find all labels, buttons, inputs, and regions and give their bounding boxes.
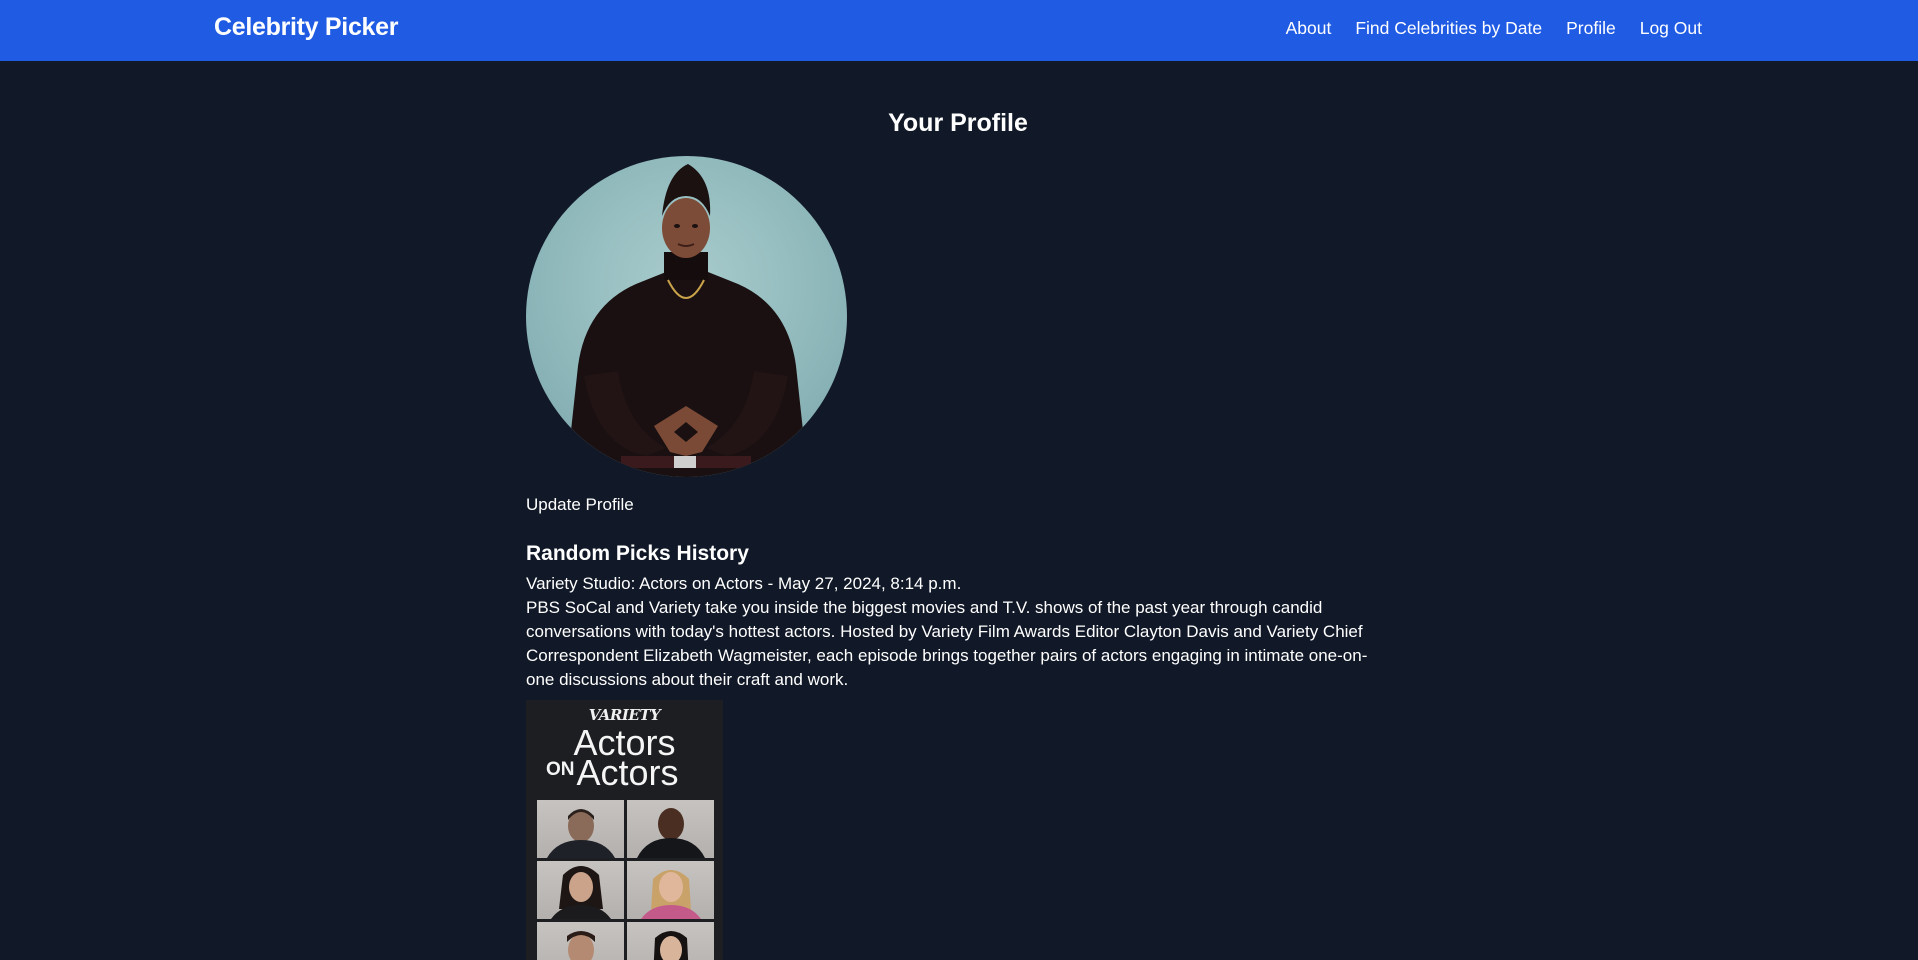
poster-photo-tile (537, 922, 624, 960)
poster-title-on: ON (546, 759, 575, 780)
history-entry: Variety Studio: Actors on Actors - May 2… (526, 572, 1386, 960)
profile-content: Update Profile Random Picks History Vari… (526, 156, 1386, 960)
brand-logo-link[interactable]: Celebrity Picker (214, 13, 399, 42)
poster-title-line2: ONActors (546, 752, 679, 794)
nav-link-about[interactable]: About (1286, 18, 1332, 39)
nav-links: About Find Celebrities by Date Profile L… (1286, 18, 1702, 39)
avatar-portrait-image (566, 164, 808, 477)
update-profile-link[interactable]: Update Profile (526, 495, 634, 515)
pick-description: PBS SoCal and Variety take you inside th… (526, 598, 1368, 689)
poster-photo-tile (627, 922, 714, 960)
poster-photo-tile (537, 800, 624, 858)
nav-link-profile[interactable]: Profile (1566, 18, 1616, 39)
page-title: Your Profile (888, 109, 1028, 137)
show-poster-image: VARIETY Actors ONActors (526, 700, 723, 960)
nav-link-logout[interactable]: Log Out (1640, 18, 1702, 39)
pick-heading: Variety Studio: Actors on Actors - May 2… (526, 574, 962, 593)
poster-title-actors: Actors (576, 752, 679, 793)
top-navbar: Celebrity Picker About Find Celebrities … (0, 0, 1918, 61)
profile-avatar (526, 156, 847, 477)
random-picks-history-title: Random Picks History (526, 542, 749, 565)
poster-photo-tile (627, 861, 714, 919)
poster-photo-tile (537, 861, 624, 919)
poster-photo-tile (627, 800, 714, 858)
nav-link-find-celebrities[interactable]: Find Celebrities by Date (1355, 18, 1542, 39)
